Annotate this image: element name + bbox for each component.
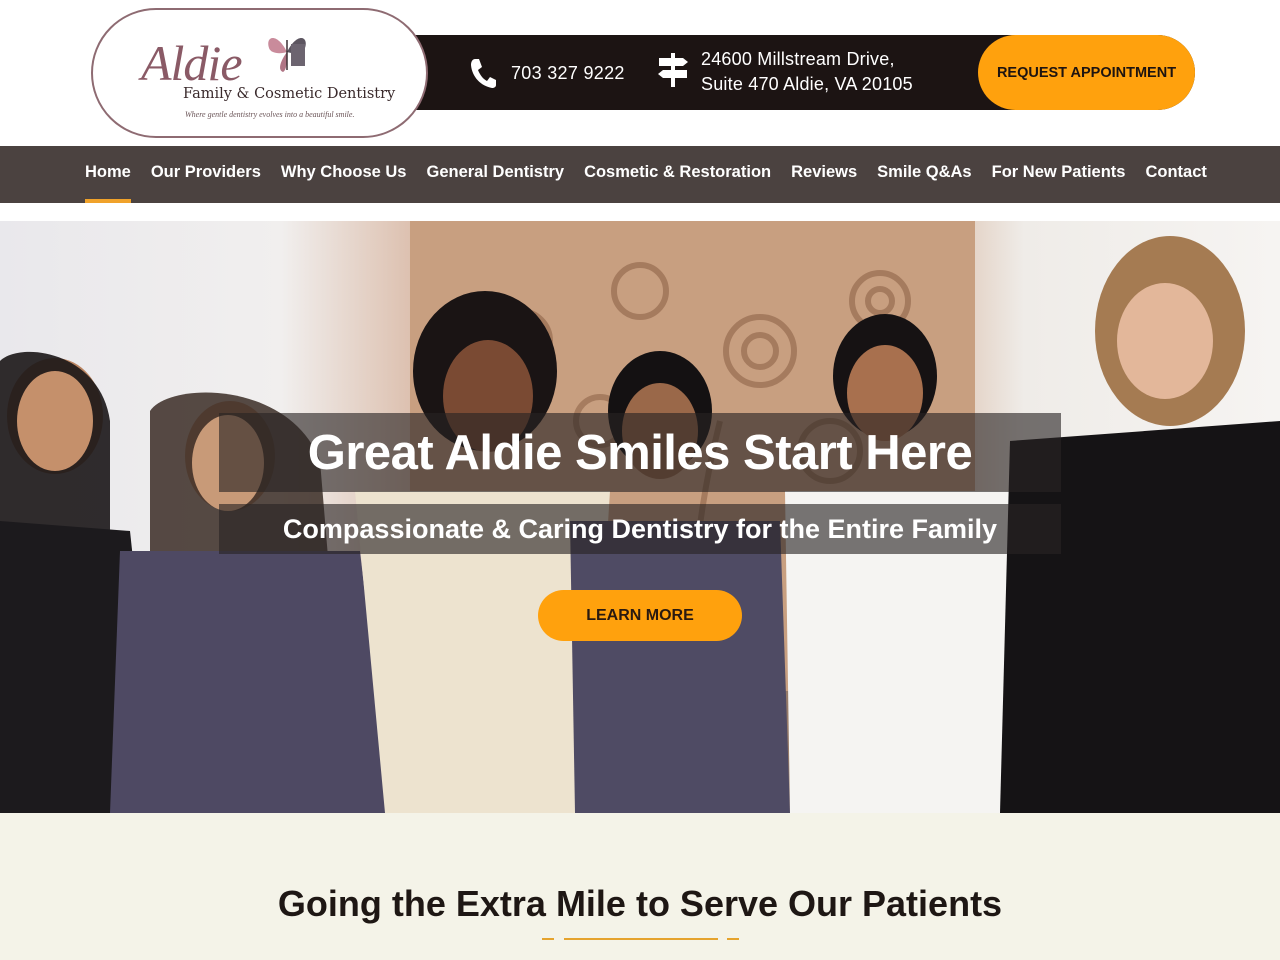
- site-header: Aldie Family & Cosmetic Dentistry Where …: [0, 0, 1280, 146]
- logo-script-text: Aldie: [141, 35, 243, 91]
- hero-subtitle-box: Compassionate & Caring Dentistry for the…: [219, 504, 1061, 554]
- title-divider-right: [727, 938, 739, 940]
- phone-icon: [471, 59, 496, 88]
- nav-item-home[interactable]: Home: [85, 146, 131, 203]
- logo-tagline: Where gentle dentistry evolves into a be…: [185, 110, 355, 119]
- title-divider-left: [542, 938, 554, 940]
- nav-item-smile-qas[interactable]: Smile Q&As: [877, 146, 971, 203]
- address-contact[interactable]: 24600 Millstream Drive, Suite 470 Aldie,…: [657, 47, 913, 97]
- request-appointment-button[interactable]: REQUEST APPOINTMENT: [978, 35, 1195, 110]
- learn-more-button[interactable]: LEARN MORE: [538, 590, 742, 641]
- hero-subtitle: Compassionate & Caring Dentistry for the…: [282, 513, 998, 544]
- phone-contact[interactable]: 703 327 9222: [469, 57, 625, 89]
- intro-section: Going the Extra Mile to Serve Our Patien…: [0, 813, 1280, 960]
- nav-item-reviews[interactable]: Reviews: [791, 146, 857, 203]
- address-line-2: Suite 470 Aldie, VA 20105: [701, 74, 913, 94]
- logo-subtitle: Family & Cosmetic Dentistry: [183, 86, 396, 102]
- nav-item-cosmetic-restoration[interactable]: Cosmetic & Restoration: [584, 146, 771, 203]
- nav-item-our-providers[interactable]: Our Providers: [151, 146, 261, 203]
- address-line-1: 24600 Millstream Drive,: [701, 49, 895, 69]
- title-divider-center: [564, 938, 718, 940]
- site-logo[interactable]: Aldie Family & Cosmetic Dentistry Where …: [91, 8, 428, 138]
- hero-title: Great Aldie Smiles Start Here: [307, 425, 973, 480]
- nav-item-for-new-patients[interactable]: For New Patients: [992, 146, 1126, 203]
- hero-banner: Great Aldie Smiles Start Here Compassion…: [0, 221, 1280, 813]
- nav-item-why-choose-us[interactable]: Why Choose Us: [281, 146, 407, 203]
- signpost-icon: [658, 53, 688, 87]
- butterfly-icon: [268, 38, 306, 72]
- section-title: Going the Extra Mile to Serve Our Patien…: [277, 883, 1003, 924]
- phone-number: 703 327 9222: [511, 62, 625, 83]
- nav-item-general-dentistry[interactable]: General Dentistry: [427, 146, 565, 203]
- hero-title-box: Great Aldie Smiles Start Here: [219, 413, 1061, 492]
- address-text: 24600 Millstream Drive, Suite 470 Aldie,…: [701, 47, 913, 97]
- main-nav: Home Our Providers Why Choose Us General…: [0, 146, 1280, 203]
- nav-item-contact[interactable]: Contact: [1145, 146, 1206, 203]
